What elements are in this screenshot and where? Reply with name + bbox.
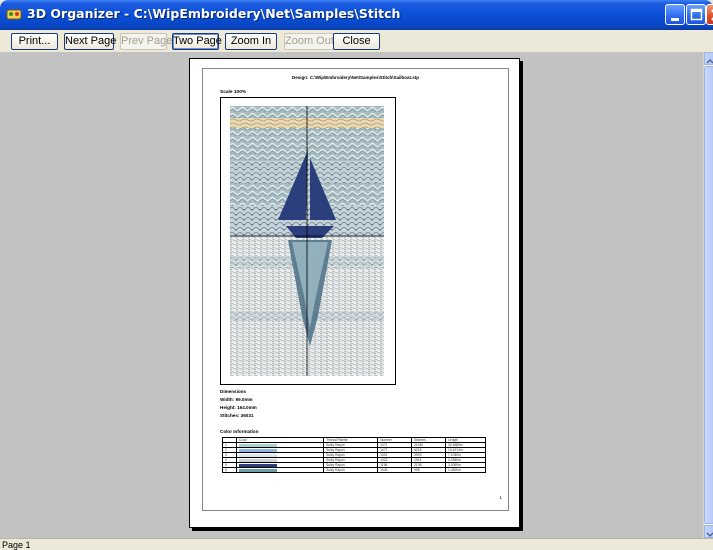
page-margin-frame: Design: C:\Wip\Embroidery\Net\Samples\St…: [202, 68, 509, 511]
close-window-button[interactable]: [706, 4, 713, 25]
thread-length: 1.4890m: [445, 467, 486, 473]
thread-number: 1046: [377, 467, 413, 473]
color-row-index: 6: [222, 467, 237, 473]
close-button[interactable]: Close: [333, 33, 380, 50]
stitch-design-image: [230, 106, 384, 376]
window-title: 3D Organizer - C:\WipEmbroidery\Net\Samp…: [27, 6, 401, 21]
color-swatch: [238, 443, 277, 447]
dimensions-stitches: Stitches: 36031: [220, 413, 254, 418]
color-swatch: [238, 468, 277, 472]
dimensions-width: Width: 99.0mm: [220, 397, 253, 402]
next-page-button[interactable]: Next Page: [64, 33, 116, 50]
design-header: Design: C:\Wip\Embroidery\Net\Samples\St…: [292, 75, 419, 80]
stitch-count: 998: [411, 467, 447, 473]
preview-page: Design: C:\Wip\Embroidery\Net\Samples\St…: [189, 58, 520, 528]
status-bar: Page 1: [0, 538, 713, 550]
close-icon: [711, 9, 713, 21]
scale-label: Scale 100%: [220, 90, 247, 95]
maximize-button[interactable]: [686, 4, 706, 25]
color-table: Color Thread Palette Number Stitches Len…: [222, 437, 486, 473]
page-number: 1: [499, 495, 502, 500]
design-image-frame: [220, 97, 396, 385]
color-swatch: [238, 448, 277, 452]
print-button[interactable]: Print...: [11, 33, 58, 50]
color-swatch-cell: [235, 467, 325, 473]
zoom-in-button[interactable]: Zoom In: [225, 33, 277, 50]
color-swatch: [238, 458, 277, 462]
scroll-down-button[interactable]: [704, 525, 713, 538]
status-page-label: Page 1: [2, 540, 31, 550]
app-icon: [6, 9, 22, 20]
dimensions-heading: Dimensions: [220, 389, 247, 394]
thread-palette: Sulky Rayon: [323, 467, 379, 473]
two-page-button[interactable]: Two Page: [172, 33, 222, 50]
color-swatch: [238, 453, 277, 457]
dimensions-height: Height: 164.0mm: [220, 405, 257, 410]
preview-area[interactable]: Design: C:\Wip\Embroidery\Net\Samples\St…: [0, 52, 703, 538]
prev-page-button[interactable]: Prev Page: [120, 33, 172, 50]
color-swatch: [238, 463, 277, 467]
maximize-icon: [690, 8, 703, 21]
title-bar[interactable]: 3D Organizer - C:\WipEmbroidery\Net\Samp…: [0, 0, 713, 30]
scroll-thumb[interactable]: [704, 66, 713, 524]
minimize-icon: [671, 18, 679, 21]
vertical-scrollbar[interactable]: [703, 52, 713, 538]
table-row: 6 Sulky Rayon 1046 998 1.4890m: [222, 467, 486, 473]
scroll-up-button[interactable]: [704, 52, 713, 65]
color-info-heading: Color Information: [220, 429, 259, 434]
zoom-out-button[interactable]: Zoom Out: [284, 33, 334, 50]
minimize-button[interactable]: [665, 4, 685, 25]
toolbar: Print... Next Page Prev Page Two Page Zo…: [0, 30, 713, 52]
